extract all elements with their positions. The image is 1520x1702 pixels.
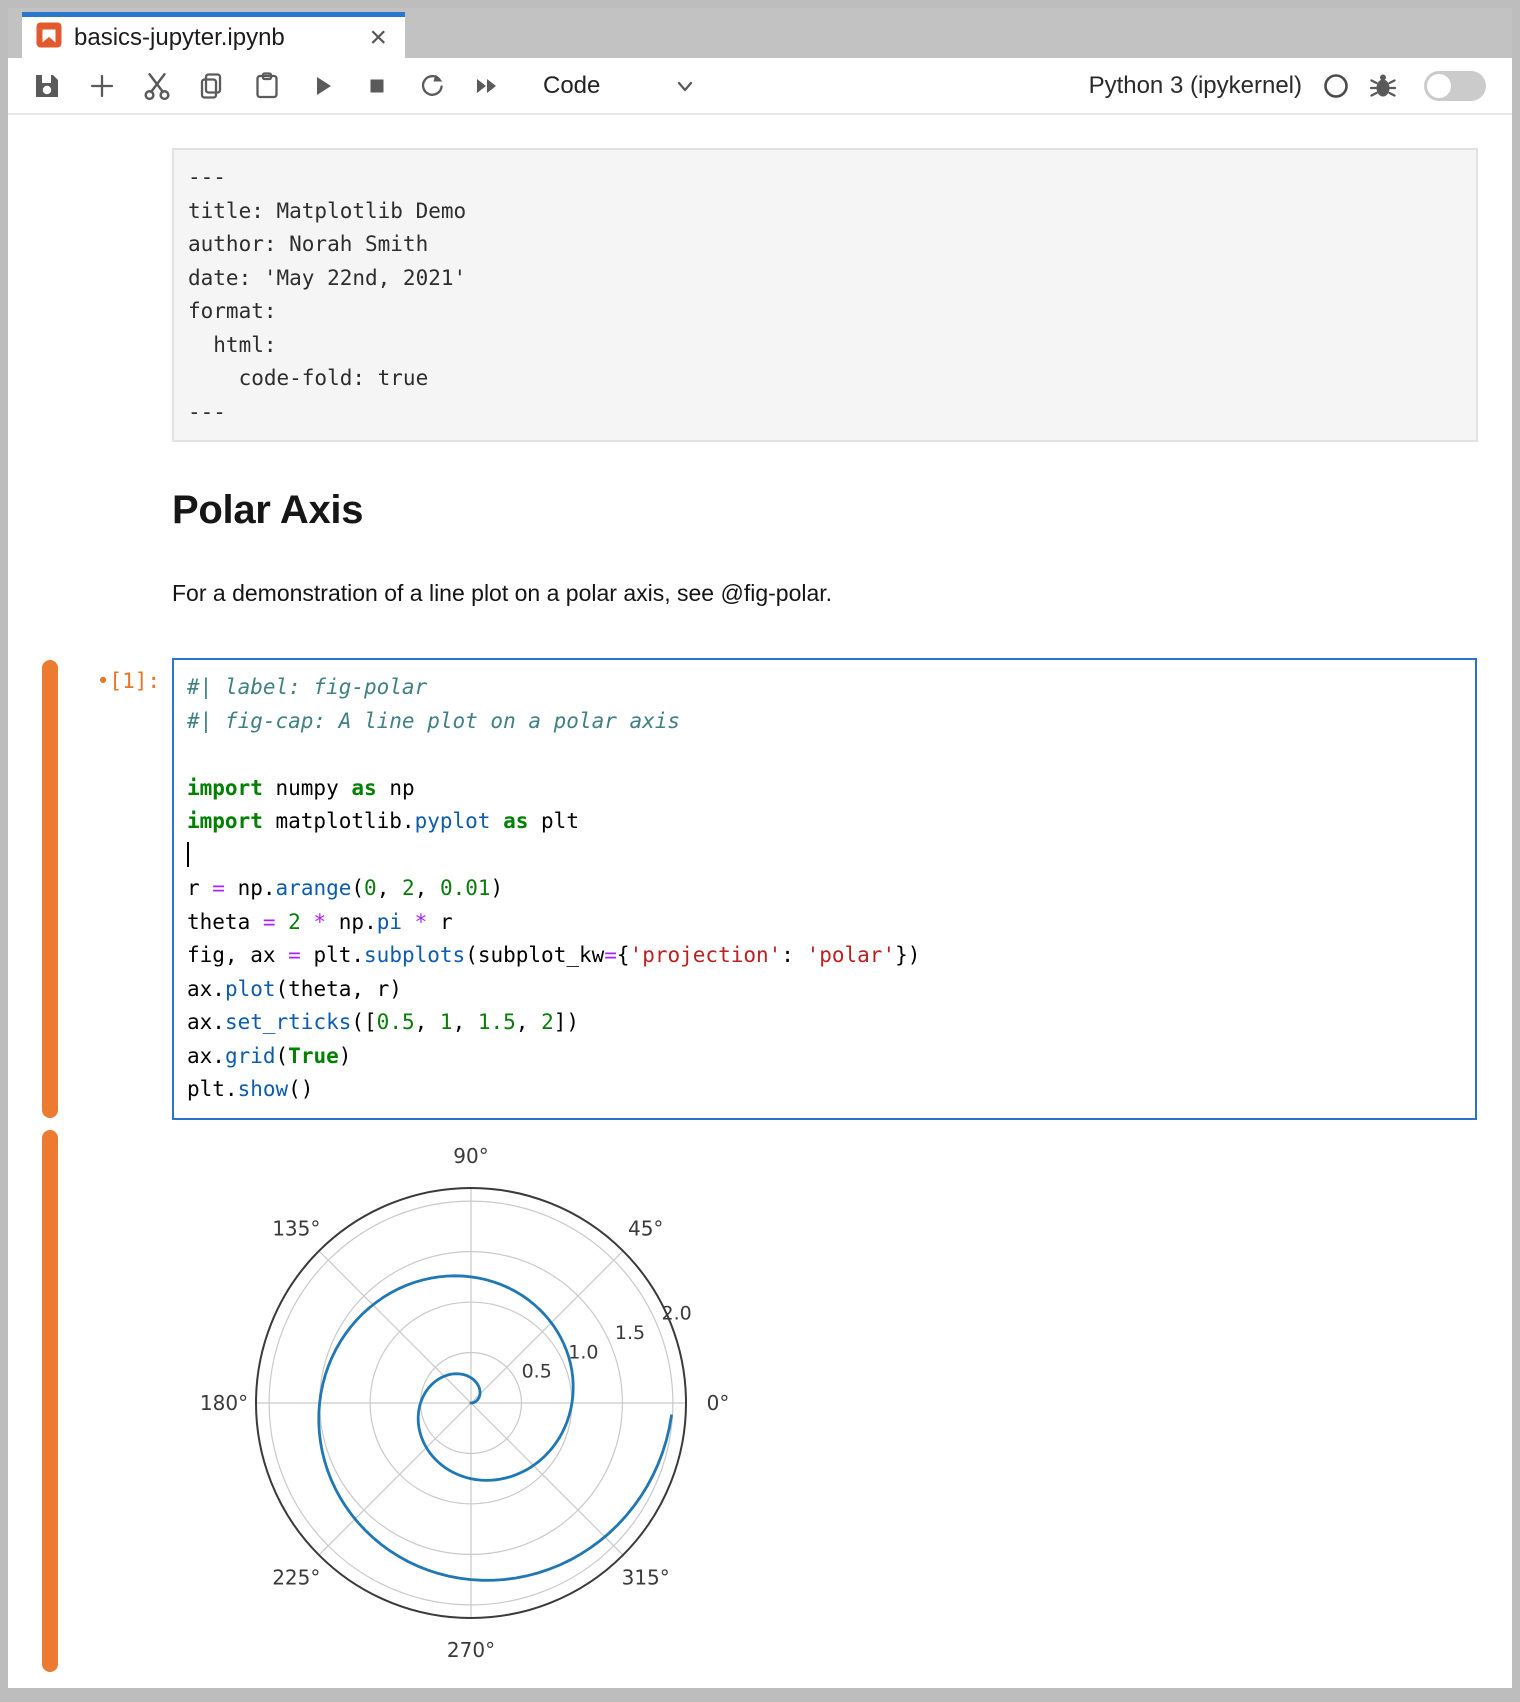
notebook-tab[interactable]: basics-jupyter.ipynb × — [22, 12, 405, 58]
raw-cell-line: date: 'May 22nd, 2021' — [188, 262, 1462, 296]
run-cell-button[interactable] — [305, 69, 338, 102]
tab-bar: basics-jupyter.ipynb × — [8, 8, 1512, 58]
cell-type-value: Code — [543, 72, 600, 100]
notebook-toolbar: Code Python 3 (ipykernel) — [8, 58, 1512, 115]
paste-cells-button[interactable] — [250, 69, 283, 102]
polar-plot-figure: 0° 45° 90° 135° 180° 225° 270° 315° 0.5 1.0 1.5 2.0 — [172, 1130, 872, 1680]
copy-icon — [197, 71, 227, 101]
svg-text:1.0: 1.0 — [568, 1341, 598, 1363]
code-line — [187, 839, 1462, 873]
code-cell-collapser[interactable] — [42, 660, 58, 1118]
fast-forward-icon — [471, 71, 503, 101]
scissors-icon — [141, 70, 173, 102]
cell-type-dropdown[interactable]: Code — [543, 72, 698, 100]
svg-text:90°: 90° — [453, 1144, 488, 1168]
add-cell-button[interactable] — [85, 69, 118, 102]
output-area: 0° 45° 90° 135° 180° 225° 270° 315° 0.5 1.0 1.5 2.0 — [172, 1130, 872, 1680]
markdown-paragraph: For a demonstration of a line plot on a … — [172, 580, 832, 607]
save-icon — [32, 71, 62, 101]
text-cursor — [187, 842, 189, 867]
code-line: ax.plot(theta, r) — [187, 973, 1462, 1007]
code-line: import numpy as np — [187, 772, 1462, 806]
svg-text:1.5: 1.5 — [615, 1322, 645, 1344]
copy-cells-button[interactable] — [195, 69, 228, 102]
code-line: #| label: fig-polar — [187, 671, 1462, 705]
code-line: ax.grid(True) — [187, 1040, 1462, 1074]
notebook-file-icon — [36, 22, 62, 53]
chevron-down-icon — [672, 73, 698, 99]
svg-text:0.5: 0.5 — [522, 1361, 552, 1383]
svg-text:0°: 0° — [707, 1391, 730, 1415]
paste-icon — [252, 71, 282, 101]
raw-cell-line: title: Matplotlib Demo — [188, 195, 1462, 229]
tab-close-icon[interactable]: × — [365, 23, 391, 53]
kernel-status-icon[interactable] — [1322, 72, 1350, 100]
restart-kernel-button[interactable] — [415, 69, 448, 102]
code-line: ax.set_rticks([0.5, 1, 1.5, 2]) — [187, 1006, 1462, 1040]
toggle-knob — [1427, 74, 1451, 98]
raw-cell-line: author: Norah Smith — [188, 228, 1462, 262]
execution-count: •[1]: — [65, 669, 160, 693]
svg-text:2.0: 2.0 — [662, 1303, 692, 1325]
code-line: import matplotlib.pyplot as plt — [187, 805, 1462, 839]
raw-cell-line: html: — [188, 329, 1462, 363]
code-cell-editor[interactable]: #| label: fig-polar#| fig-cap: A line pl… — [172, 658, 1477, 1120]
simple-mode-toggle[interactable] — [1424, 71, 1486, 101]
save-button[interactable] — [30, 69, 63, 102]
markdown-heading: Polar Axis — [172, 488, 363, 533]
stop-icon — [362, 71, 392, 101]
raw-cell-line: --- — [188, 396, 1462, 430]
jupyterlab-window: basics-jupyter.ipynb × — [8, 8, 1512, 1688]
raw-cell[interactable]: ---title: Matplotlib Demoauthor: Norah S… — [172, 148, 1478, 442]
play-icon — [307, 71, 337, 101]
debugger-bug-icon[interactable] — [1368, 71, 1398, 101]
code-line: #| fig-cap: A line plot on a polar axis — [187, 705, 1462, 739]
svg-text:225°: 225° — [272, 1566, 320, 1590]
code-line: fig, ax = plt.subplots(subplot_kw={'proj… — [187, 939, 1462, 973]
code-line — [187, 738, 1462, 772]
svg-text:315°: 315° — [622, 1566, 670, 1590]
plus-icon — [87, 71, 117, 101]
tab-title: basics-jupyter.ipynb — [74, 24, 353, 52]
kernel-name[interactable]: Python 3 (ipykernel) — [1089, 72, 1302, 100]
run-all-cells-button[interactable] — [470, 69, 503, 102]
interrupt-kernel-button[interactable] — [360, 69, 393, 102]
raw-cell-line: code-fold: true — [188, 362, 1462, 396]
raw-cell-line: format: — [188, 295, 1462, 329]
svg-text:135°: 135° — [272, 1216, 320, 1240]
restart-icon — [417, 71, 447, 101]
raw-cell-line: --- — [188, 161, 1462, 195]
svg-text:180°: 180° — [200, 1391, 248, 1415]
code-line: r = np.arange(0, 2, 0.01) — [187, 872, 1462, 906]
svg-text:45°: 45° — [628, 1216, 663, 1240]
cut-cells-button[interactable] — [140, 69, 173, 102]
code-line: theta = 2 * np.pi * r — [187, 906, 1462, 940]
output-collapser[interactable] — [42, 1130, 58, 1672]
code-line: plt.show() — [187, 1073, 1462, 1107]
svg-text:270°: 270° — [447, 1638, 495, 1662]
